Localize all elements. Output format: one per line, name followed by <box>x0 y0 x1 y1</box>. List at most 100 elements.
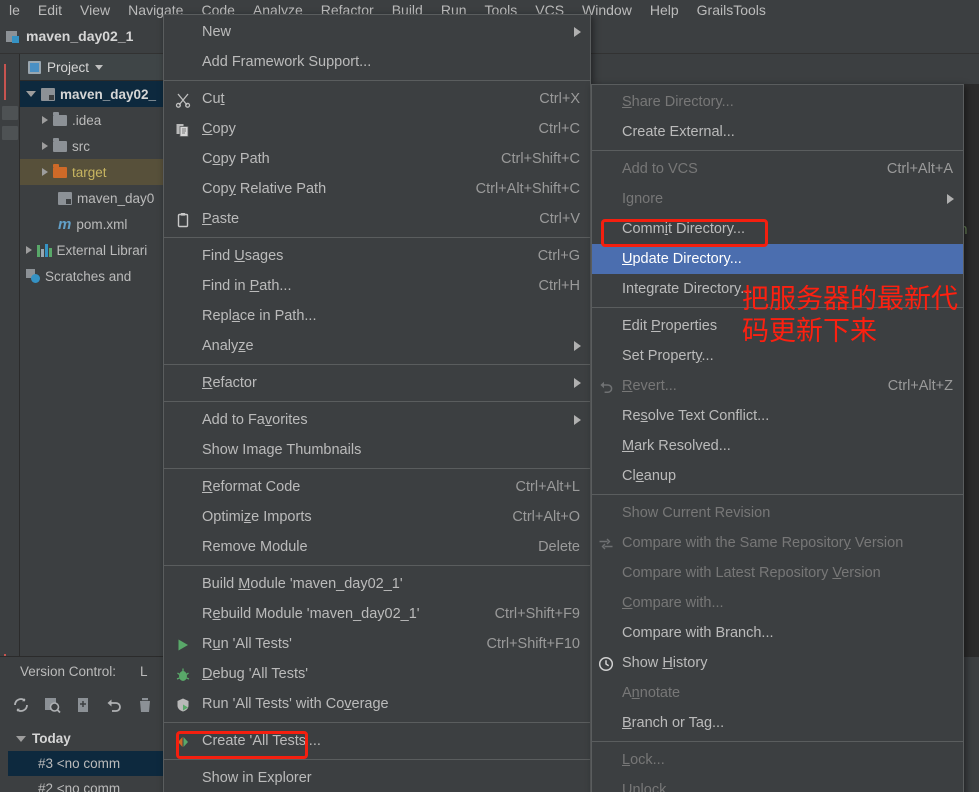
menu-item-compare-with[interactable]: Compare with... <box>592 588 963 618</box>
chevron-down-icon[interactable] <box>26 91 36 97</box>
menubar-item-help[interactable]: Help <box>641 0 688 21</box>
menu-item-label: Optimize Imports <box>202 509 312 525</box>
menubar-item-view[interactable]: View <box>71 0 119 21</box>
menu-item-new[interactable]: New <box>164 17 590 47</box>
chevron-right-icon[interactable] <box>26 246 32 254</box>
menu-item-revert[interactable]: Revert... Ctrl+Alt+Z <box>592 371 963 401</box>
menu-item-branch-or-tag[interactable]: Branch or Tag... <box>592 708 963 738</box>
menu-item-compare-with-branch[interactable]: Compare with Branch... <box>592 618 963 648</box>
menu-item-mark-resolved[interactable]: Mark Resolved... <box>592 431 963 461</box>
search-history-icon[interactable] <box>43 696 61 714</box>
menu-item-copy[interactable]: Copy Ctrl+C <box>164 114 590 144</box>
version-control-tab-local[interactable]: L <box>140 664 148 679</box>
left-tool-strip[interactable] <box>0 54 20 684</box>
version-control-toolbar[interactable] <box>12 692 177 718</box>
menu-item-cleanup[interactable]: Cleanup <box>592 461 963 491</box>
menu-item-label: Paste <box>202 211 240 227</box>
chevron-right-icon[interactable] <box>42 142 48 150</box>
menubar-item-edit[interactable]: Edit <box>29 0 71 21</box>
menubar-item-le[interactable]: le <box>0 0 29 21</box>
project-tree-item-pom-xml[interactable]: m pom.xml <box>20 211 165 237</box>
menu-item-copy-path[interactable]: Copy Path Ctrl+Shift+C <box>164 144 590 174</box>
menubar-item-grailstools[interactable]: GrailsTools <box>688 0 775 21</box>
menu-item-shortcut: Ctrl+H <box>538 278 581 294</box>
subversion-submenu[interactable]: Share Directory... Create External... Add … <box>591 84 964 792</box>
project-tree-item-maven-day0[interactable]: maven_day0 <box>20 185 165 211</box>
project-tree-item-target[interactable]: target <box>20 159 165 185</box>
strip-tab-2[interactable] <box>2 126 18 140</box>
menu-item-compare-with-latest-repository-version[interactable]: Compare with Latest Repository Version <box>592 558 963 588</box>
menu-item-optimize-imports[interactable]: Optimize Imports Ctrl+Alt+O <box>164 502 590 532</box>
menu-item-refactor[interactable]: Refactor <box>164 368 590 398</box>
menu-item-show-current-revision[interactable]: Show Current Revision <box>592 498 963 528</box>
annotation-note-line2: 码更新下来 <box>742 316 877 347</box>
menu-item-show-history[interactable]: Show History <box>592 648 963 678</box>
menu-separator <box>592 150 963 151</box>
version-control-title: Version Control: <box>20 664 117 679</box>
context-menu[interactable]: New Add Framework Support... Cut Ctrl+X Copy… <box>163 14 591 792</box>
menu-separator <box>164 364 590 365</box>
menu-item-create-external[interactable]: Create External... <box>592 117 963 147</box>
menu-item-label: Find Usages <box>202 248 284 264</box>
debug-icon <box>174 666 191 683</box>
menu-item-run-all-tests-with-coverage[interactable]: Run 'All Tests' with Coverage <box>164 689 590 719</box>
project-tree-item-maven-day02[interactable]: maven_day02_ <box>20 81 165 107</box>
delete-icon[interactable] <box>136 696 154 714</box>
project-tree-item-scratches-and[interactable]: Scratches and <box>20 263 165 289</box>
menu-item-ignore[interactable]: Ignore <box>592 184 963 214</box>
menu-item-analyze[interactable]: Analyze <box>164 331 590 361</box>
menu-separator <box>592 741 963 742</box>
chevron-right-icon[interactable] <box>42 116 48 124</box>
menu-item-unlock[interactable]: Unlock <box>592 775 963 792</box>
menu-item-show-in-explorer[interactable]: Show in Explorer <box>164 763 590 792</box>
menu-item-reformat-code[interactable]: Reformat Code Ctrl+Alt+L <box>164 472 590 502</box>
menu-item-lock[interactable]: Lock... <box>592 745 963 775</box>
project-tree-item-idea[interactable]: .idea <box>20 107 165 133</box>
project-tree-item-external-librari[interactable]: External Librari <box>20 237 165 263</box>
menu-item-show-image-thumbnails[interactable]: Show Image Thumbnails <box>164 435 590 465</box>
menu-item-add-framework-support[interactable]: Add Framework Support... <box>164 47 590 77</box>
chevron-right-icon[interactable] <box>42 168 48 176</box>
project-tree-item-label: Scratches and <box>45 268 132 284</box>
menu-item-find-in-path[interactable]: Find in Path... Ctrl+H <box>164 271 590 301</box>
project-tree-item-src[interactable]: src <box>20 133 165 159</box>
menu-item-annotate[interactable]: Annotate <box>592 678 963 708</box>
refresh-icon[interactable] <box>12 696 30 714</box>
compare-icon <box>597 535 614 552</box>
chevron-down-icon[interactable] <box>16 735 26 742</box>
menu-item-copy-relative-path[interactable]: Copy Relative Path Ctrl+Alt+Shift+C <box>164 174 590 204</box>
clipboard-icon <box>174 211 191 228</box>
project-tool-window[interactable]: Project maven_day02_ .idea src target maven_… <box>20 54 165 656</box>
menu-item-label: Show in Explorer <box>202 770 312 786</box>
project-tree-item-label: src <box>72 138 90 154</box>
file-diff-icon[interactable] <box>74 696 92 714</box>
menu-item-label: Show Image Thumbnails <box>202 442 362 458</box>
chevron-down-icon[interactable] <box>95 64 104 70</box>
menu-item-commit-directory[interactable]: Commit Directory... <box>592 214 963 244</box>
revert-icon[interactable] <box>105 696 123 714</box>
menu-item-find-usages[interactable]: Find Usages Ctrl+G <box>164 241 590 271</box>
menu-item-update-directory[interactable]: Update Directory... <box>592 244 963 274</box>
menu-item-replace-in-path[interactable]: Replace in Path... <box>164 301 590 331</box>
menu-item-remove-module[interactable]: Remove Module Delete <box>164 532 590 562</box>
chevron-right-icon <box>947 194 954 204</box>
menu-item-label: Compare with Branch... <box>622 625 774 641</box>
menu-item-label: Resolve Text Conflict... <box>622 408 770 424</box>
menu-item-cut[interactable]: Cut Ctrl+X <box>164 84 590 114</box>
menu-item-debug-all-tests[interactable]: Debug 'All Tests' <box>164 659 590 689</box>
menu-item-paste[interactable]: Paste Ctrl+V <box>164 204 590 234</box>
module-icon <box>58 191 72 205</box>
menu-item-share-directory[interactable]: Share Directory... <box>592 87 963 117</box>
menu-item-add-to-vcs[interactable]: Add to VCS Ctrl+Alt+A <box>592 154 963 184</box>
coverage-icon <box>174 696 191 713</box>
project-tree[interactable]: maven_day02_ .idea src target maven_day0 m pom… <box>20 81 165 289</box>
strip-tab-1[interactable] <box>2 106 18 120</box>
menu-item-add-to-favorites[interactable]: Add to Favorites <box>164 405 590 435</box>
menu-item-rebuild-module-maven-day02-1[interactable]: Rebuild Module 'maven_day02_1' Ctrl+Shift… <box>164 599 590 629</box>
menu-item-create-all-tests[interactable]: Create 'All Tests'... <box>164 726 590 756</box>
menu-item-compare-with-the-same-repository-version[interactable]: Compare with the Same Repository Version <box>592 528 963 558</box>
menu-item-build-module-maven-day02-1[interactable]: Build Module 'maven_day02_1' <box>164 569 590 599</box>
menu-item-resolve-text-conflict[interactable]: Resolve Text Conflict... <box>592 401 963 431</box>
menu-item-run-all-tests[interactable]: Run 'All Tests' Ctrl+Shift+F10 <box>164 629 590 659</box>
project-tool-window-header[interactable]: Project <box>20 54 165 81</box>
